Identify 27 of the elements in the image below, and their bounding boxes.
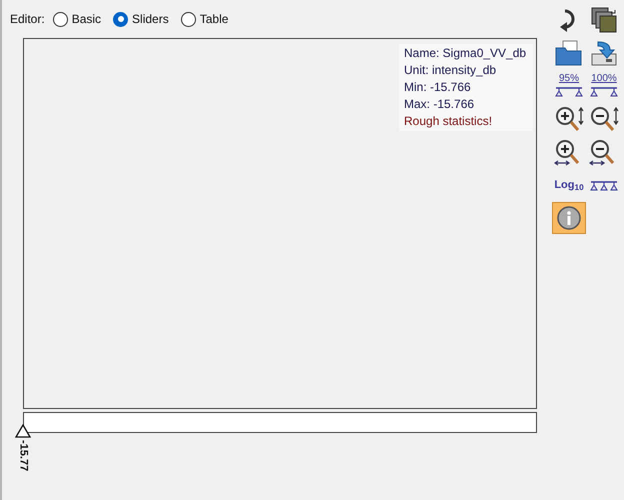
- radio-option[interactable]: Sliders: [113, 10, 169, 28]
- info-icon: [556, 205, 582, 231]
- statistics-line: Max: -15.766: [404, 96, 476, 113]
- percent-label: 100%: [591, 74, 617, 84]
- info-button[interactable]: [552, 202, 586, 234]
- log-button[interactable]: Log$_{10}$: [552, 169, 586, 201]
- radio-button[interactable]: [113, 12, 128, 26]
- tray-arrow-icon: [590, 40, 618, 66]
- radio-button[interactable]: [180, 12, 196, 26]
- warning-text: Rough statistics!: [404, 113, 494, 130]
- statistics-line: Min: -15.766: [404, 79, 472, 96]
- radio-option[interactable]: Table: [180, 10, 228, 28]
- percent-label: 95%: [558, 74, 579, 84]
- log-label: Log$_{10}$: [554, 180, 584, 190]
- statistics-line: Unit: intensity_db: [404, 62, 498, 79]
- zoom-out-vertical-icon: [589, 105, 619, 133]
- radio-button[interactable]: [52, 12, 68, 26]
- folder-icon: [555, 40, 583, 66]
- radio-option[interactable]: Basic: [52, 10, 102, 28]
- statistics-line: Name: Sigma0_VV_db: [404, 45, 528, 62]
- zoom-in-vertical-icon: [554, 105, 584, 133]
- editor-label: Editor:: [10, 11, 45, 28]
- slider-handle[interactable]: [15, 424, 31, 438]
- percent-stretch-button[interactable]: 95%: [552, 70, 586, 102]
- stacked-grid-icon: [591, 7, 617, 33]
- slider-value: -15.77: [16, 440, 30, 472]
- percent-stretch-button[interactable]: 100%: [587, 70, 621, 102]
